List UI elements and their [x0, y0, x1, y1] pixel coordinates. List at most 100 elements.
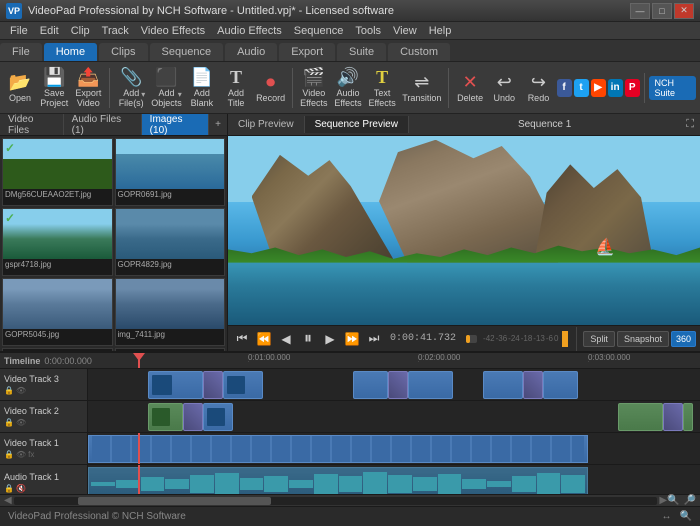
media-item[interactable]: img_7411.jpg — [115, 278, 226, 346]
timeline-clip[interactable] — [618, 403, 663, 431]
track-mute-icon[interactable]: 🔇 — [16, 484, 26, 493]
play-next-button[interactable]: ⏩ — [342, 329, 362, 349]
timeline-clip[interactable] — [223, 371, 263, 399]
video-track-2-content[interactable] — [88, 401, 700, 432]
play-end-button[interactable]: ⏭ — [364, 329, 384, 349]
media-item[interactable]: GOPR5045.jpg — [2, 278, 113, 346]
add-blank-button[interactable]: 📄 Add Blank — [186, 65, 218, 111]
media-tab-add[interactable]: + — [209, 116, 227, 133]
play-prev-button[interactable]: ⏪ — [254, 329, 274, 349]
track-lock-icon[interactable]: 🔒 — [4, 386, 14, 395]
facebook-button[interactable]: f — [557, 79, 572, 97]
media-item[interactable]: DMg56CUEAAO2ET.jpg ✓ — [2, 138, 113, 206]
tab-file[interactable]: File — [0, 43, 42, 61]
tab-sequence[interactable]: Sequence — [150, 43, 224, 61]
timeline-clip[interactable] — [683, 403, 693, 431]
timeline-clip[interactable] — [88, 435, 588, 463]
close-button[interactable]: ✕ — [674, 3, 694, 19]
media-tab-video[interactable]: Video Files — [0, 114, 64, 135]
sequence-preview-tab[interactable]: Sequence Preview — [305, 116, 409, 133]
timeline-clip[interactable] — [353, 371, 388, 399]
media-tab-audio[interactable]: Audio Files (1) — [64, 114, 142, 135]
add-objects-button[interactable]: ⬛ Add Objects — [149, 65, 184, 111]
media-tab-images[interactable]: Images (10) — [142, 114, 210, 135]
text-effects-button[interactable]: T Text Effects — [366, 65, 398, 111]
audio-effects-button[interactable]: 🔊 Audio Effects — [332, 65, 364, 111]
tab-export[interactable]: Export — [279, 43, 335, 61]
track-lock-icon[interactable]: 🔒 — [4, 484, 14, 493]
scroll-track[interactable] — [14, 497, 658, 505]
scroll-left-arrow[interactable]: ◀ — [4, 495, 12, 506]
video-effects-button[interactable]: 🎬 Video Effects — [298, 65, 330, 111]
progress-bar[interactable] — [466, 335, 477, 343]
tab-home[interactable]: Home — [44, 43, 97, 61]
menu-help[interactable]: Help — [423, 24, 458, 38]
menu-clip[interactable]: Clip — [65, 24, 96, 38]
delete-button[interactable]: ✕ Delete — [454, 65, 486, 111]
scroll-thumb[interactable] — [78, 497, 271, 505]
export-video-button[interactable]: 📤 Export Video — [72, 65, 104, 111]
fullscreen-button[interactable]: ⛶ — [680, 115, 700, 134]
add-files-button[interactable]: 📎 Add File(s) — [115, 65, 147, 111]
track-lock-icon[interactable]: 🔒 — [4, 450, 14, 459]
track-lock-icon[interactable]: 🔒 — [4, 418, 14, 427]
play-pause-button[interactable]: ⏸ — [298, 329, 318, 349]
record-button[interactable]: ⏺ Record — [254, 65, 287, 111]
open-button[interactable]: 📂 Open — [4, 65, 36, 111]
youtube-button[interactable]: ▶ — [591, 79, 606, 97]
menu-sequence[interactable]: Sequence — [288, 24, 350, 38]
save-project-button[interactable]: 💾 Save Project — [38, 65, 70, 111]
tab-custom[interactable]: Custom — [388, 43, 450, 61]
timeline-transition[interactable] — [663, 403, 683, 431]
pinterest-button[interactable]: P — [625, 79, 640, 97]
timeline-clip[interactable] — [148, 371, 203, 399]
track-eye-icon[interactable]: 👁 — [16, 418, 26, 427]
media-item[interactable]: gspr4718.jpg ✓ — [2, 208, 113, 276]
timeline-transition[interactable] — [183, 403, 203, 431]
timeline-clip[interactable] — [203, 403, 233, 431]
play-forward-button[interactable]: ▶ — [320, 329, 340, 349]
timeline-clip[interactable] — [483, 371, 523, 399]
zoom-out-icon[interactable]: 🔍 — [667, 495, 679, 506]
minimize-button[interactable]: — — [630, 3, 650, 19]
timeline-transition[interactable] — [203, 371, 223, 399]
vr-360-button[interactable]: 360 — [671, 331, 696, 347]
timeline-transition[interactable] — [523, 371, 543, 399]
track-eye-icon[interactable]: 👁 — [16, 450, 26, 459]
undo-button[interactable]: ↩ Undo — [488, 65, 520, 111]
menu-audio-effects[interactable]: Audio Effects — [211, 24, 288, 38]
timeline-transition[interactable] — [388, 371, 408, 399]
audio-clip[interactable] — [88, 467, 588, 495]
track-eye-icon[interactable]: 👁 — [16, 386, 26, 395]
play-start-button[interactable]: ⏮ — [232, 329, 252, 349]
menu-tools[interactable]: Tools — [349, 24, 387, 38]
menu-edit[interactable]: Edit — [34, 24, 65, 38]
audio-track-1-content[interactable] — [88, 465, 700, 495]
status-zoom-icon[interactable]: 🔍 — [680, 511, 692, 522]
timeline-clip[interactable] — [543, 371, 578, 399]
maximize-button[interactable]: □ — [652, 3, 672, 19]
video-track-3-content[interactable] — [88, 369, 700, 400]
linkedin-button[interactable]: in — [608, 79, 623, 97]
menu-track[interactable]: Track — [96, 24, 135, 38]
track-fx-icon[interactable]: fx — [28, 450, 34, 459]
redo-button[interactable]: ↪ Redo — [522, 65, 554, 111]
twitter-button[interactable]: t — [574, 79, 589, 97]
video-track-1-content[interactable] — [88, 433, 700, 464]
scroll-right-arrow[interactable]: ▶ — [659, 495, 667, 506]
clip-preview-tab[interactable]: Clip Preview — [228, 116, 305, 133]
snapshot-button[interactable]: Snapshot — [617, 331, 669, 347]
nch-suite-button[interactable]: NCH Suite — [649, 76, 697, 100]
media-item[interactable]: 🖼 — [2, 348, 113, 351]
menu-video-effects[interactable]: Video Effects — [135, 24, 211, 38]
split-button[interactable]: Split — [583, 331, 615, 347]
tab-audio[interactable]: Audio — [225, 43, 277, 61]
menu-file[interactable]: File — [4, 24, 34, 38]
menu-view[interactable]: View — [387, 24, 423, 38]
transition-button[interactable]: ⇌ Transition — [400, 65, 443, 111]
media-item[interactable]: GOPR4829.jpg — [115, 208, 226, 276]
zoom-in-icon[interactable]: 🔎 — [684, 495, 696, 506]
tab-suite[interactable]: Suite — [337, 43, 386, 61]
media-item[interactable]: GOPR0691.jpg — [115, 138, 226, 206]
bottom-scrollbar[interactable]: ◀ ▶ 🔍 🔎 — [0, 494, 700, 506]
